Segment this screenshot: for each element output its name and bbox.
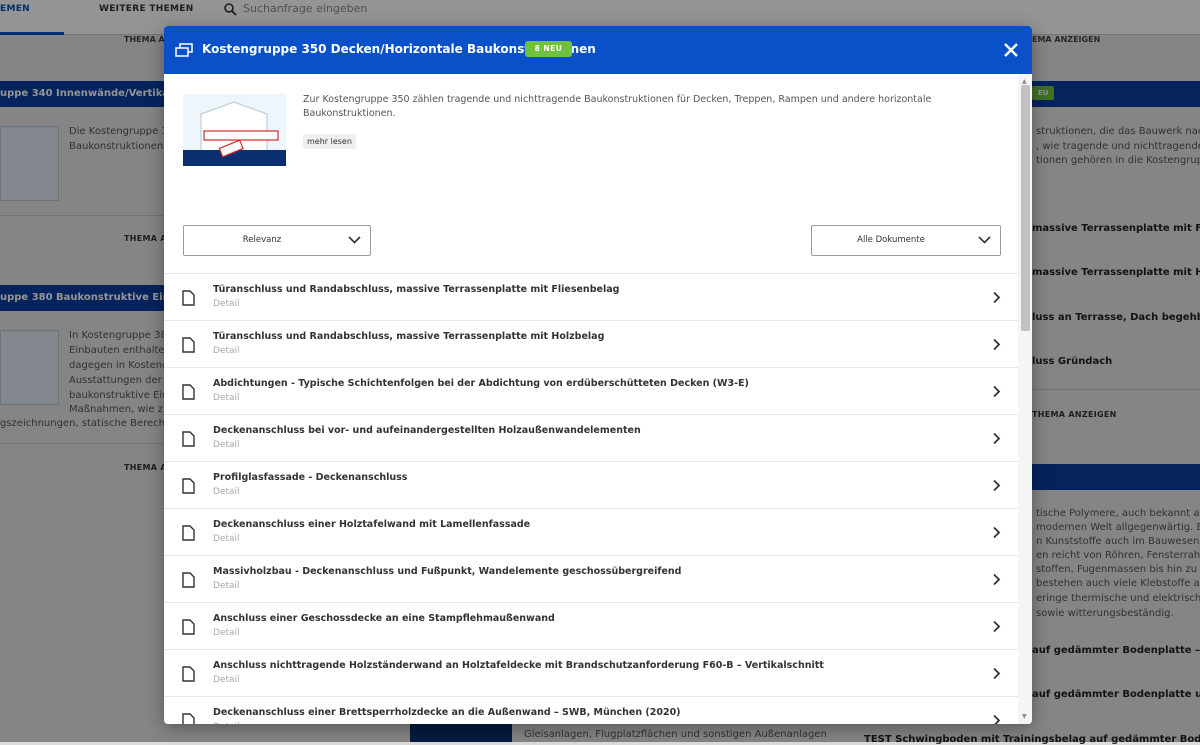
- document-icon: [182, 337, 195, 353]
- document-type: Detail: [213, 675, 240, 685]
- chevron-right-icon: [993, 667, 1001, 680]
- chevron-right-icon: [993, 714, 1001, 724]
- document-icon: [182, 478, 195, 494]
- document-title: Deckenanschluss einer Brettsperrholzdeck…: [213, 707, 681, 718]
- chevron-right-icon: [993, 573, 1001, 586]
- document-type: Detail: [213, 534, 240, 544]
- document-icon: [182, 384, 195, 400]
- document-icon: [182, 525, 195, 541]
- document-type: Detail: [213, 393, 240, 403]
- document-title: Türanschluss und Randabschluss, massive …: [213, 331, 605, 342]
- chevron-down-icon: [978, 236, 991, 244]
- read-more-button[interactable]: mehr lesen: [303, 134, 356, 149]
- document-title: Abdichtungen - Typische Schichtenfolgen …: [213, 378, 749, 389]
- document-icon: [182, 572, 195, 588]
- close-icon[interactable]: [1000, 39, 1022, 61]
- document-filter-select[interactable]: Alle Dokumente: [811, 225, 1001, 256]
- document-type: Detail: [213, 440, 240, 450]
- document-icon: [182, 713, 195, 724]
- chevron-right-icon: [993, 479, 1001, 492]
- documents-stack-icon: [175, 43, 193, 57]
- document-title: Massivholzbau - Deckenanschluss und Fußp…: [213, 566, 682, 577]
- document-row[interactable]: Anschluss einer Geschossdecke an eine St…: [164, 602, 1018, 650]
- chevron-right-icon: [993, 291, 1001, 304]
- document-row[interactable]: Profilglasfassade - Deckenanschluss Deta…: [164, 461, 1018, 509]
- sort-select-value: Relevanz: [242, 235, 282, 245]
- document-row[interactable]: Deckenanschluss einer Brettsperrholzdeck…: [164, 696, 1018, 724]
- chevron-right-icon: [993, 338, 1001, 351]
- new-count-badge: 8 NEU: [525, 41, 572, 57]
- document-row[interactable]: Massivholzbau - Deckenanschluss und Fußp…: [164, 555, 1018, 603]
- document-title: Anschluss einer Geschossdecke an eine St…: [213, 613, 555, 624]
- document-title: Deckenanschluss einer Holztafelwand mit …: [213, 519, 531, 530]
- chevron-right-icon: [993, 432, 1001, 445]
- document-icon: [182, 666, 195, 682]
- chevron-right-icon: [993, 620, 1001, 633]
- document-type: Detail: [213, 299, 240, 309]
- document-row[interactable]: Türanschluss und Randabschluss, massive …: [164, 320, 1018, 368]
- document-type: Detail: [213, 628, 240, 638]
- chevron-right-icon: [993, 385, 1001, 398]
- modal-header: Kostengruppe 350 Decken/Horizontale Bauk…: [164, 26, 1032, 74]
- chevron-down-icon: [348, 236, 361, 244]
- document-type: Detail: [213, 581, 240, 591]
- document-row[interactable]: Abdichtungen - Typische Schichtenfolgen …: [164, 367, 1018, 415]
- document-icon: [182, 290, 195, 306]
- document-title: Profilglasfassade - Deckenanschluss: [213, 472, 408, 483]
- document-type: Detail: [213, 722, 240, 724]
- document-type: Detail: [213, 346, 240, 356]
- chevron-right-icon: [993, 526, 1001, 539]
- document-row[interactable]: Türanschluss und Randabschluss, massive …: [164, 273, 1018, 321]
- document-row[interactable]: Anschluss nichttragende Holzständerwand …: [164, 649, 1018, 697]
- category-illustration: [183, 94, 286, 166]
- category-description: Zur Kostengruppe 350 zählen tragende und…: [303, 94, 932, 119]
- scroll-down-icon[interactable]: ▼: [1022, 713, 1027, 720]
- document-icon: [182, 619, 195, 635]
- document-row[interactable]: Deckenanschluss einer Holztafelwand mit …: [164, 508, 1018, 556]
- document-title: Deckenanschluss bei vor- und aufeinander…: [213, 425, 641, 436]
- modal-scrollbar[interactable]: ▲ ▼: [1018, 74, 1032, 724]
- scroll-up-icon[interactable]: ▲: [1022, 78, 1027, 85]
- document-icon: [182, 431, 195, 447]
- document-row[interactable]: Deckenanschluss bei vor- und aufeinander…: [164, 414, 1018, 462]
- filter-select-value: Alle Dokumente: [857, 235, 925, 245]
- sort-select[interactable]: Relevanz: [183, 225, 371, 256]
- document-type: Detail: [213, 487, 240, 497]
- category-modal: Kostengruppe 350 Decken/Horizontale Bauk…: [164, 26, 1032, 724]
- document-title: Türanschluss und Randabschluss, massive …: [213, 284, 620, 295]
- scrollbar-thumb[interactable]: [1021, 85, 1030, 331]
- document-title: Anschluss nichttragende Holzständerwand …: [213, 660, 824, 671]
